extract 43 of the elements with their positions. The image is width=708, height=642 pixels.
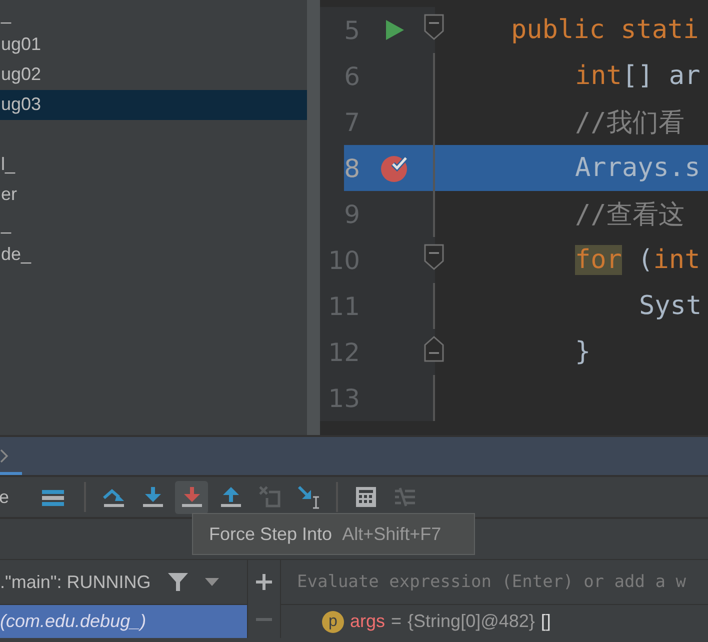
parameter-badge: p [322, 610, 344, 632]
fold-icon[interactable] [424, 336, 444, 362]
add-icon[interactable] [256, 574, 272, 590]
filter-icon[interactable] [166, 571, 189, 593]
code-token: Syst [639, 291, 702, 321]
tree-item[interactable]: _ [0, 210, 307, 240]
tree-item[interactable]: _ [0, 0, 307, 30]
tree-item[interactable]: ug02 [0, 60, 307, 90]
code-token: int [575, 61, 622, 91]
fold-icon[interactable] [424, 244, 444, 270]
variable-value: [] [540, 611, 551, 632]
variable-type: {String[0]@482} [408, 611, 535, 632]
scrollbar[interactable] [307, 0, 320, 435]
thread-selector[interactable]: ."main": RUNNING [0, 572, 151, 592]
toolbar-label: e [0, 486, 10, 508]
code-comment: //查看这 [575, 198, 684, 232]
dropdown-icon[interactable] [204, 578, 219, 586]
code-token: for [575, 245, 622, 275]
tree-item[interactable]: de_ [0, 240, 307, 270]
tree-item[interactable]: er [0, 180, 307, 210]
variable-name: args [350, 611, 386, 632]
shortcut-text: Alt+Shift+F7 [342, 524, 442, 544]
code-token: Arrays.s [575, 153, 700, 183]
evaluate-field[interactable]: Evaluate expression (Enter) or add a w [281, 561, 708, 603]
drop-frame-icon [256, 484, 283, 510]
line-number: 8 [343, 154, 360, 182]
toolbar-button[interactable] [175, 480, 208, 514]
code-token: } [575, 337, 591, 367]
tooltip-title: Force Step Into [209, 524, 332, 544]
code-token: [] ar [622, 61, 700, 91]
tree-item[interactable]: l_ [0, 150, 307, 180]
breakpoint-icon[interactable] [381, 154, 409, 182]
stack-frame[interactable]: (com.edu.debug_) [0, 605, 247, 638]
run-to-cursor-icon [296, 484, 322, 510]
code-comment: //我们看 [575, 106, 684, 140]
tree-item[interactable]: ug03 [0, 90, 307, 120]
code-token: public stati [511, 15, 699, 45]
tree-item[interactable]: ug01 [0, 30, 307, 60]
fold-icon[interactable] [424, 14, 444, 40]
code-token: ( [636, 245, 654, 275]
equals-sign: = [391, 611, 402, 632]
run-icon[interactable] [385, 19, 405, 41]
code-token: int [653, 245, 700, 275]
